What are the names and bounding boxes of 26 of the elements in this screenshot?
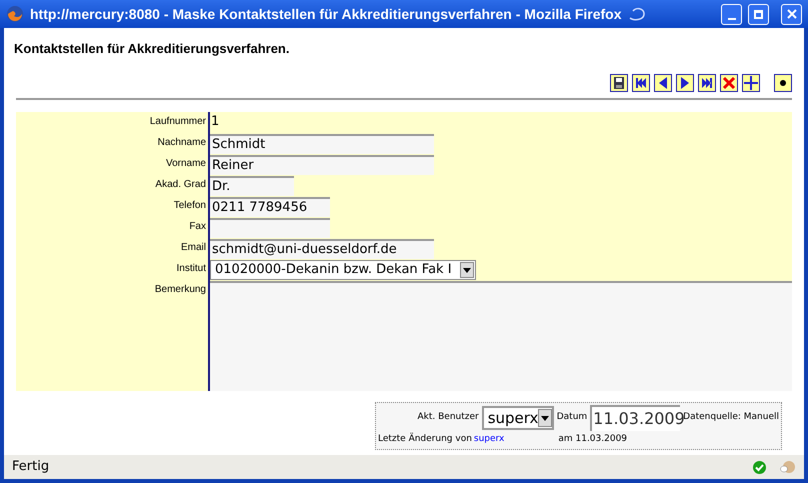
text-field[interactable]: 0211 7789456 — [210, 197, 330, 217]
user-label: Akt. Benutzer — [417, 411, 479, 424]
data-source-text: Datenquelle: Manuell — [683, 411, 779, 422]
field-value: 1 — [210, 113, 220, 131]
select-field[interactable]: 01020000-Dekanin bzw. Dekan Fak I — [210, 260, 476, 280]
date-label: Datum — [556, 411, 588, 424]
page-heading: Kontaktstellen für Akkreditierungsverfahren. — [14, 41, 290, 56]
field-label: Fax — [188, 220, 207, 234]
text-field[interactable]: schmidt@uni-duesseldorf.de — [210, 239, 434, 259]
field-label: Bemerkung — [154, 283, 207, 297]
field-label: Telefon — [172, 199, 207, 213]
last-change-label: Letzte Änderung von — [378, 433, 472, 446]
field-label: Institut — [176, 262, 207, 276]
field-label: Akad. Grad — [154, 178, 207, 192]
field-label: Laufnummer — [148, 115, 207, 129]
status-text: Fertig — [12, 458, 50, 476]
user-link[interactable]: superx — [474, 433, 504, 446]
field-label: Vorname — [164, 157, 207, 171]
text-field[interactable]: Dr. — [210, 176, 294, 196]
text-field[interactable]: Schmidt — [210, 134, 434, 154]
window-title: http://mercury:8080 - Maske Kontaktstellen für Akkreditierungsverfahren - Mozilla Firefox — [30, 4, 622, 24]
text-field[interactable]: Reiner — [210, 155, 434, 175]
field-label: Nachname — [156, 136, 207, 150]
change-date-text: am 11.03.2009 — [558, 433, 628, 446]
field-label: Email — [180, 241, 207, 255]
user-select[interactable]: superx — [482, 406, 554, 430]
